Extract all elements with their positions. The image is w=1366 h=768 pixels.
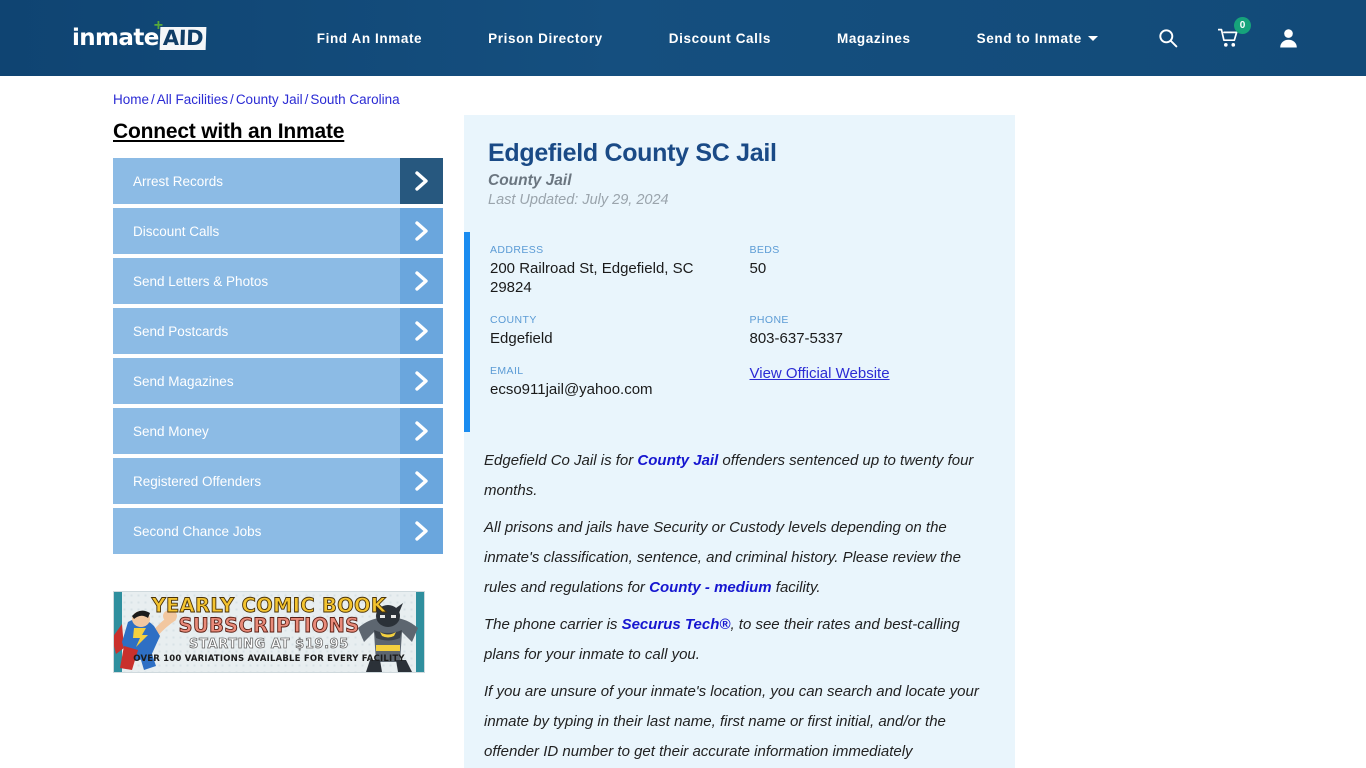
user-account-icon[interactable] <box>1276 26 1300 50</box>
nav-icon-group: 0 <box>1156 17 1300 50</box>
chevron-right-icon <box>400 408 443 454</box>
search-icon[interactable] <box>1156 26 1180 50</box>
p4-text-a: If you are unsure of your inmate's locat… <box>484 683 979 760</box>
link-county-jail[interactable]: County Jail <box>637 452 718 469</box>
sidebar-item-send-magazines[interactable]: Send Magazines <box>113 358 443 404</box>
sidebar-item-registered-offenders[interactable]: Registered Offenders <box>113 458 443 504</box>
sidebar-item-label: Discount Calls <box>133 223 220 239</box>
breadcrumb: Home / All Facilities / County Jail / South Ca… <box>113 92 1366 107</box>
info-label-email: EMAIL <box>490 365 524 377</box>
primary-nav-links: Find An Inmate Prison Directory Discount… <box>284 31 1131 46</box>
info-value-phone: 803-637-5337 <box>749 330 843 347</box>
facility-detail-card: Edgefield County SC Jail County Jail Las… <box>464 115 1015 768</box>
info-label-address: ADDRESS <box>490 244 544 256</box>
ad-subtext-line: OVER 100 VARIATIONS AVAILABLE FOR EVERY … <box>133 654 405 664</box>
logo-text-aid: AID <box>159 26 207 50</box>
breadcrumb-item-county-jail[interactable]: County Jail <box>236 92 303 107</box>
sidebar-item-label: Registered Offenders <box>133 473 262 489</box>
comic-book-ad-banner[interactable]: YEARLY COMIC BOOK SUBSCRIPTIONS STARTING… <box>113 591 425 673</box>
info-field-email: EMAIL ecso911jail@yahoo.com <box>490 365 732 399</box>
sidebar-title: Connect with an Inmate <box>113 120 345 143</box>
sidebar-item-send-letters-and-photos[interactable]: Send Letters & Photos <box>113 258 443 304</box>
view-official-website-link[interactable]: View Official Website <box>750 365 890 382</box>
facility-description: Edgefield Co Jail is for County Jail off… <box>464 432 1015 768</box>
ad-headline-line1: YEARLY COMIC BOOK <box>151 594 387 617</box>
sidebar-item-label: Send Magazines <box>133 373 234 389</box>
description-paragraph-1: Edgefield Co Jail is for County Jail off… <box>484 446 991 506</box>
chevron-right-icon <box>400 308 443 354</box>
chevron-right-icon <box>400 208 443 254</box>
info-label-beds: BEDS <box>749 244 780 256</box>
link-county-medium[interactable]: County - medium <box>649 579 772 596</box>
info-field-county: COUNTY Edgefield <box>490 314 732 348</box>
content-columns: Connect with an Inmate Arrest Records Di… <box>0 115 1366 768</box>
sidebar-item-label: Send Postcards <box>133 323 229 339</box>
facility-type: County Jail <box>488 172 572 189</box>
sidebar-item-label: Send Money <box>133 423 209 439</box>
nav-item-magazines[interactable]: Magazines <box>804 31 944 46</box>
nav-item-find-an-inmate[interactable]: Find An Inmate <box>284 31 455 46</box>
nav-item-send-to-inmate-label: Send to Inmate <box>976 30 1082 46</box>
logo-aid-block: + AID <box>154 17 207 50</box>
site-logo[interactable]: inmate + AID <box>72 17 207 55</box>
p1-text-a: Edgefield Co Jail is for <box>484 452 638 469</box>
info-value-email: ecso911jail@yahoo.com <box>490 381 653 398</box>
sidebar-item-arrest-records[interactable]: Arrest Records <box>113 158 443 204</box>
ad-price-line: STARTING AT $19.95 <box>189 637 349 653</box>
info-label-phone: PHONE <box>749 314 789 326</box>
logo-text-inmate: inmate <box>72 25 159 51</box>
nav-item-prison-directory[interactable]: Prison Directory <box>455 31 636 46</box>
sidebar-item-send-postcards[interactable]: Send Postcards <box>113 308 443 354</box>
p2-text-b: facility. <box>771 579 821 596</box>
info-field-website: View Official Website <box>750 365 992 399</box>
info-value-county: Edgefield <box>490 330 553 347</box>
p3-text-a: The phone carrier is <box>484 616 622 633</box>
page-title: Edgefield County SC Jail <box>488 139 777 167</box>
nav-item-send-to-inmate[interactable]: Send to Inmate <box>944 31 1131 46</box>
ad-headline-line2: SUBSCRIPTIONS <box>178 614 360 637</box>
info-value-address: 200 Railroad St, Edgefield, SC 29824 <box>490 260 694 296</box>
nav-item-discount-calls[interactable]: Discount Calls <box>636 31 804 46</box>
chevron-right-icon <box>400 158 443 204</box>
chevron-right-icon <box>400 508 443 554</box>
breadcrumb-separator: / <box>230 92 234 107</box>
breadcrumb-item-south-carolina[interactable]: South Carolina <box>310 92 399 107</box>
description-paragraph-2: All prisons and jails have Security or C… <box>484 513 991 603</box>
info-label-county: COUNTY <box>490 314 537 326</box>
info-field-phone: PHONE 803-637-5337 <box>750 314 992 348</box>
chevron-down-icon <box>1087 35 1098 41</box>
cart-icon[interactable]: 0 <box>1216 17 1251 50</box>
top-navigation-bar: inmate + AID Find An Inmate Prison Direc… <box>0 0 1366 76</box>
sidebar: Connect with an Inmate Arrest Records Di… <box>113 115 443 768</box>
info-field-address: ADDRESS 200 Railroad St, Edgefield, SC 2… <box>490 244 732 297</box>
sidebar-item-send-money[interactable]: Send Money <box>113 408 443 454</box>
breadcrumb-separator: / <box>304 92 309 107</box>
sidebar-item-label: Arrest Records <box>133 173 224 189</box>
facility-info-panel: ADDRESS 200 Railroad St, Edgefield, SC 2… <box>464 232 1015 432</box>
cart-count-badge: 0 <box>1234 17 1251 34</box>
ad-text-block: YEARLY COMIC BOOK SUBSCRIPTIONS STARTING… <box>114 594 424 666</box>
breadcrumb-item-all-facilities[interactable]: All Facilities <box>157 92 228 107</box>
facility-header: Edgefield County SC Jail County Jail Las… <box>464 138 1015 208</box>
chevron-right-icon <box>400 258 443 304</box>
sidebar-item-discount-calls[interactable]: Discount Calls <box>113 208 443 254</box>
info-field-beds: BEDS 50 <box>750 244 992 297</box>
chevron-right-icon <box>400 458 443 504</box>
page-body: Home / All Facilities / County Jail / South Ca… <box>0 92 1366 768</box>
breadcrumb-item-home[interactable]: Home <box>113 92 149 107</box>
sidebar-item-label: Send Letters & Photos <box>133 273 269 289</box>
description-paragraph-4: If you are unsure of your inmate's locat… <box>484 677 991 768</box>
last-updated-text: Last Updated: July 29, 2024 <box>488 192 669 208</box>
link-securus-tech[interactable]: Securus Tech® <box>622 616 731 633</box>
description-paragraph-3: The phone carrier is Securus Tech®, to s… <box>484 610 991 670</box>
info-value-beds: 50 <box>749 260 767 277</box>
facility-info-grid: ADDRESS 200 Railroad St, Edgefield, SC 2… <box>490 244 991 416</box>
sidebar-item-label: Second Chance Jobs <box>133 523 262 539</box>
chevron-right-icon <box>400 358 443 404</box>
breadcrumb-separator: / <box>151 92 155 107</box>
sidebar-item-second-chance-jobs[interactable]: Second Chance Jobs <box>113 508 443 554</box>
